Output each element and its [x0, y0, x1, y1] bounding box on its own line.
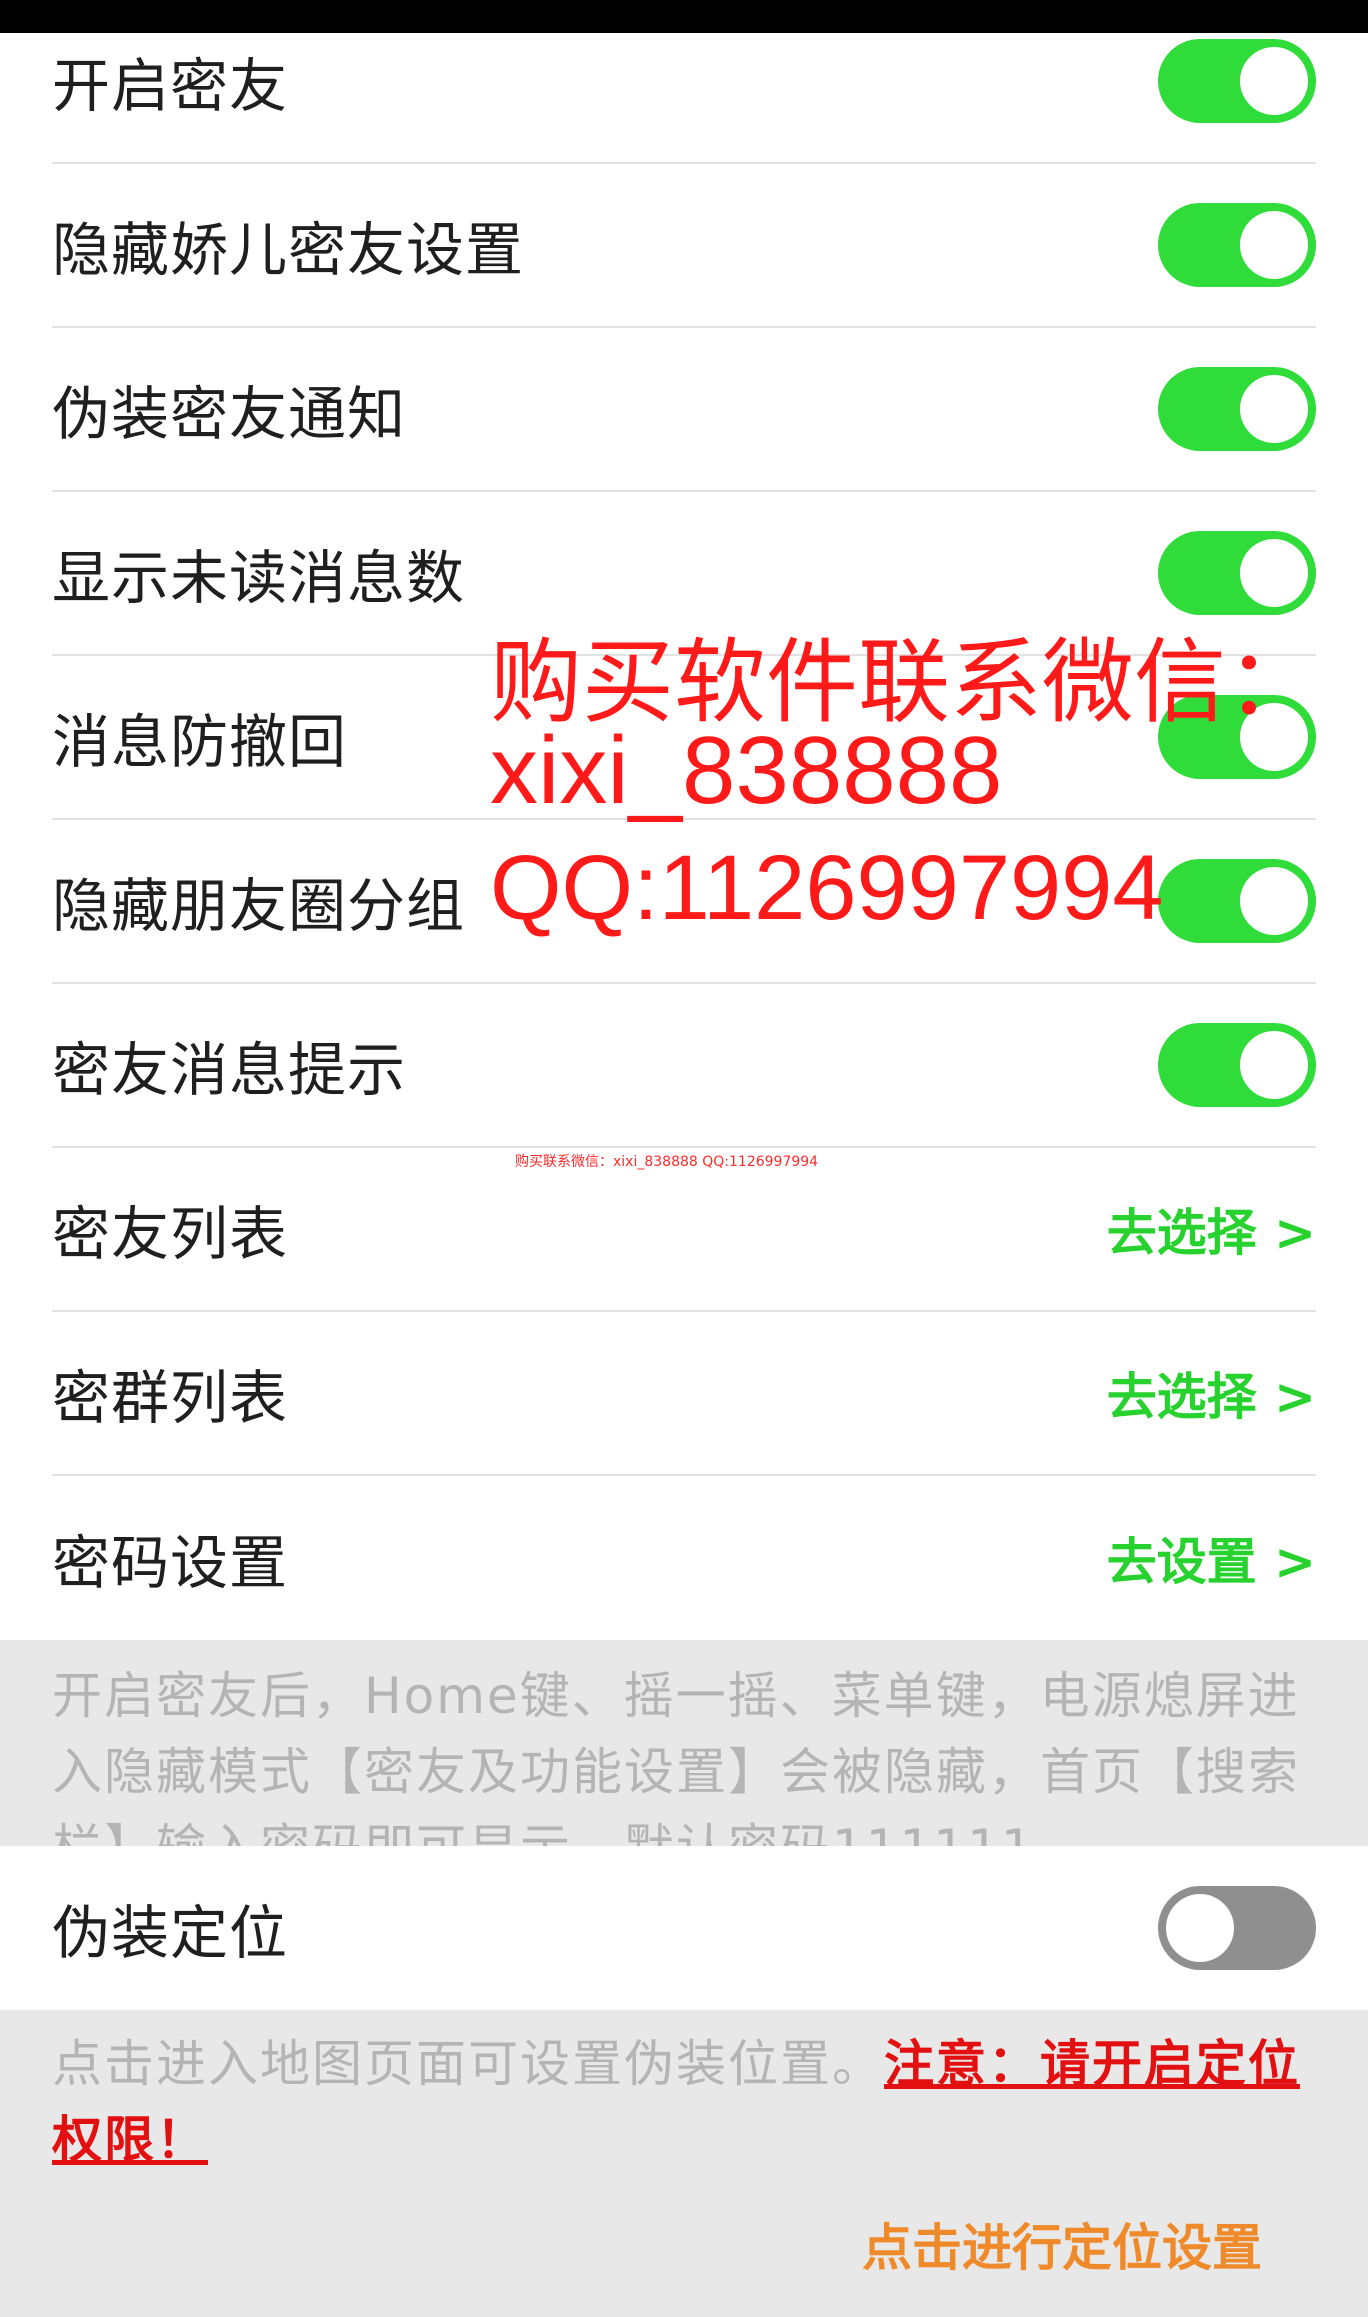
select-link[interactable]: 去选择 > — [1107, 1193, 1316, 1265]
select-link[interactable]: 去选择 > — [1107, 1357, 1316, 1429]
row-friend-list[interactable]: 密友列表 去选择 > — [52, 1148, 1316, 1312]
hint-text: 点击进入地图页面可设置伪装位置。 — [52, 2035, 884, 2093]
location-settings-button[interactable]: 点击进行定位设置 — [862, 2208, 1262, 2280]
row-password-settings[interactable]: 密码设置 去设置 > — [52, 1476, 1316, 1640]
watermark-line-2: xixi_838888 — [490, 717, 1003, 824]
row-enable-close-friends: 开启密友 — [52, 0, 1316, 164]
toggle-switch[interactable] — [1158, 39, 1316, 123]
row-hide-settings: 隐藏娇儿密友设置 — [52, 164, 1316, 328]
toggle-knob — [1240, 867, 1308, 935]
toggle-switch[interactable] — [1158, 367, 1316, 451]
row-label: 密群列表 — [52, 1364, 289, 1432]
toggle-switch[interactable] — [1158, 203, 1316, 287]
toggle-switch[interactable] — [1158, 1023, 1316, 1107]
info-note-text: 开启密友后，Home键、摇一摇、菜单键，电源熄屏进入隐藏模式【密友及功能设置】会… — [52, 1667, 1300, 1846]
row-label: 密友消息提示 — [52, 1036, 407, 1104]
toggle-switch[interactable] — [1158, 531, 1316, 615]
row-label: 伪装密友通知 — [52, 380, 407, 448]
row-label: 隐藏朋友圈分组 — [52, 872, 466, 940]
info-note: 开启密友后，Home键、摇一摇、菜单键，电源熄屏进入隐藏模式【密友及功能设置】会… — [0, 1640, 1368, 1846]
row-fake-location: 伪装定位 — [52, 1846, 1316, 2010]
toggle-knob — [1240, 211, 1308, 279]
row-message-alert: 密友消息提示 — [52, 984, 1316, 1148]
row-group-list[interactable]: 密群列表 去选择 > — [52, 1312, 1316, 1476]
row-label: 密码设置 — [52, 1529, 289, 1597]
watermark-small: 购买联系微信：xixi_838888 QQ:1126997994 — [515, 1154, 819, 1170]
location-hint-text: 点击进入地图页面可设置伪装位置。注意：请开启定位权限！ — [52, 2026, 1306, 2178]
row-label: 开启密友 — [52, 52, 289, 120]
row-label: 隐藏娇儿密友设置 — [52, 216, 525, 284]
row-label: 显示未读消息数 — [52, 544, 466, 612]
toggle-knob — [1240, 1031, 1308, 1099]
toggle-knob — [1240, 375, 1308, 443]
toggle-knob — [1240, 539, 1308, 607]
toggle-knob — [1240, 47, 1308, 115]
row-label: 密友列表 — [52, 1200, 289, 1268]
toggle-switch[interactable] — [1158, 859, 1316, 943]
settings-link[interactable]: 去设置 > — [1107, 1522, 1316, 1594]
toggle-knob — [1166, 1894, 1234, 1962]
row-label: 伪装定位 — [52, 1899, 289, 1967]
row-label: 消息防撤回 — [52, 708, 348, 776]
row-disguise-notification: 伪装密友通知 — [52, 328, 1316, 492]
toggle-switch[interactable] — [1158, 1886, 1316, 1970]
watermark-line-3: QQ:1126997994 — [490, 837, 1164, 939]
